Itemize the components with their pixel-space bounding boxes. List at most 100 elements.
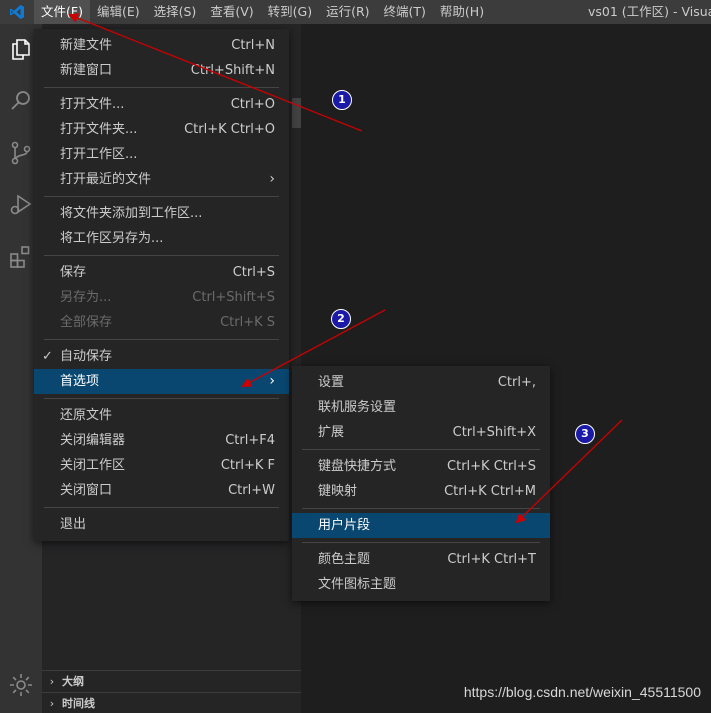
menu-file[interactable]: 文件(F) (34, 0, 90, 24)
menu-item-label: 首选项 (60, 374, 100, 389)
menu-terminal[interactable]: 终端(T) (377, 0, 433, 24)
menu-item-shortcut: Ctrl+K Ctrl+M (444, 484, 536, 499)
menu-item-shortcut: Ctrl+W (228, 483, 275, 498)
menu-item-save-all: 全部保存 Ctrl+K S (34, 310, 289, 335)
menu-item-label: 用户片段 (318, 518, 371, 533)
menu-item-shortcut: Ctrl+F4 (225, 433, 275, 448)
source-control-icon[interactable] (8, 140, 34, 166)
menu-item-label: 设置 (318, 375, 345, 390)
menu-item-shortcut: Ctrl+K Ctrl+S (447, 459, 536, 474)
timeline-section-header[interactable]: › 时间线 (42, 692, 301, 713)
menu-item-close-workspace[interactable]: 关闭工作区 Ctrl+K F (34, 453, 289, 478)
menu-item-open-file[interactable]: 打开文件... Ctrl+O (34, 92, 289, 117)
menu-item-save-as: 另存为... Ctrl+Shift+S (34, 285, 289, 310)
menu-item-online-services-settings[interactable]: 联机服务设置 (292, 395, 550, 420)
menu-item-user-snippets[interactable]: 用户片段 (292, 513, 550, 538)
menu-item-shortcut: Ctrl+Shift+S (192, 290, 275, 305)
menu-item-shortcut: Ctrl+, (497, 375, 536, 390)
menu-separator (44, 255, 279, 256)
menu-item-close-window[interactable]: 关闭窗口 Ctrl+W (34, 478, 289, 503)
menu-bar: 文件(F) 编辑(E) 选择(S) 查看(V) 转到(G) 运行(R) 终端(T… (34, 0, 491, 24)
menu-item-exit[interactable]: 退出 (34, 512, 289, 537)
menu-edit[interactable]: 编辑(E) (90, 0, 147, 24)
menu-item-shortcut: Ctrl+O (230, 97, 275, 112)
menu-run[interactable]: 运行(R) (319, 0, 376, 24)
menu-separator (302, 508, 540, 509)
menu-item-label: 联机服务设置 (318, 400, 397, 415)
vscode-window: 文件(F) 编辑(E) 选择(S) 查看(V) 转到(G) 运行(R) 终端(T… (0, 0, 711, 713)
menu-item-label: 还原文件 (60, 408, 113, 423)
outline-label: 大纲 (62, 675, 84, 688)
menu-item-label: 键映射 (318, 484, 358, 499)
menu-item-label: 另存为... (60, 290, 112, 305)
chevron-right-icon: › (49, 675, 55, 688)
menu-item-label: 打开最近的文件 (60, 172, 152, 187)
checkmark-icon: ✓ (42, 349, 53, 364)
explorer-icon[interactable] (8, 36, 34, 62)
menu-item-label: 将工作区另存为... (60, 231, 164, 246)
menu-item-extensions[interactable]: 扩展 Ctrl+Shift+X (292, 420, 550, 445)
menu-item-label: 打开文件... (60, 97, 125, 112)
outline-section-header[interactable]: › 大纲 (42, 670, 301, 693)
menu-item-open-workspace[interactable]: 打开工作区... (34, 142, 289, 167)
extensions-icon[interactable] (8, 244, 34, 270)
preferences-submenu: 设置 Ctrl+, 联机服务设置 扩展 Ctrl+Shift+X 键盘快捷方式 … (292, 366, 550, 601)
file-menu: 新建文件 Ctrl+N 新建窗口 Ctrl+Shift+N 打开文件... Ct… (34, 29, 289, 541)
menu-item-label: 自动保存 (60, 349, 113, 364)
menu-item-color-theme[interactable]: 颜色主题 Ctrl+K Ctrl+T (292, 547, 550, 572)
menu-separator (44, 87, 279, 88)
menu-separator (44, 398, 279, 399)
chevron-right-icon: › (269, 373, 275, 389)
menu-item-shortcut: Ctrl+K S (220, 315, 275, 330)
manage-gear-icon[interactable] (8, 672, 34, 698)
menu-item-new-window[interactable]: 新建窗口 Ctrl+Shift+N (34, 58, 289, 83)
vscode-logo-icon (0, 0, 34, 24)
menu-item-revert-file[interactable]: 还原文件 (34, 403, 289, 428)
menu-separator (44, 196, 279, 197)
menu-item-save-workspace-as[interactable]: 将工作区另存为... (34, 226, 289, 251)
menu-item-label: 颜色主题 (318, 552, 371, 567)
menu-item-label: 扩展 (318, 425, 345, 440)
menu-item-label: 关闭编辑器 (60, 433, 126, 448)
menu-item-label: 退出 (60, 517, 87, 532)
menu-item-label: 新建文件 (60, 38, 113, 53)
menu-go[interactable]: 转到(G) (261, 0, 319, 24)
menu-item-shortcut: Ctrl+K Ctrl+T (447, 552, 536, 567)
menu-item-open-recent[interactable]: 打开最近的文件 › (34, 167, 289, 192)
menu-help[interactable]: 帮助(H) (433, 0, 491, 24)
menu-separator (302, 542, 540, 543)
menu-item-shortcut: Ctrl+K Ctrl+O (184, 122, 275, 137)
menu-item-label: 打开工作区... (60, 147, 138, 162)
menu-item-shortcut: Ctrl+Shift+N (190, 63, 275, 78)
menu-item-label: 键盘快捷方式 (318, 459, 397, 474)
chevron-right-icon: › (269, 171, 275, 187)
menu-item-open-folder[interactable]: 打开文件夹... Ctrl+K Ctrl+O (34, 117, 289, 142)
menu-item-label: 将文件夹添加到工作区... (60, 206, 203, 221)
menu-item-label: 打开文件夹... (60, 122, 138, 137)
window-title: vs01 (工作区) - Visual S (588, 4, 711, 19)
chevron-right-icon: › (49, 697, 55, 710)
menu-item-keyboard-shortcuts[interactable]: 键盘快捷方式 Ctrl+K Ctrl+S (292, 454, 550, 479)
menu-item-close-editor[interactable]: 关闭编辑器 Ctrl+F4 (34, 428, 289, 453)
menu-selection[interactable]: 选择(S) (147, 0, 204, 24)
menu-item-add-folder-to-workspace[interactable]: 将文件夹添加到工作区... (34, 201, 289, 226)
menu-item-auto-save[interactable]: ✓ 自动保存 (34, 344, 289, 369)
menu-item-new-file[interactable]: 新建文件 Ctrl+N (34, 33, 289, 58)
menu-separator (44, 339, 279, 340)
menu-item-keymaps[interactable]: 键映射 Ctrl+K Ctrl+M (292, 479, 550, 504)
menu-separator (44, 507, 279, 508)
menu-item-shortcut: Ctrl+K F (220, 458, 275, 473)
menu-item-save[interactable]: 保存 Ctrl+S (34, 260, 289, 285)
title-bar: 文件(F) 编辑(E) 选择(S) 查看(V) 转到(G) 运行(R) 终端(T… (0, 0, 711, 24)
menu-item-label: 全部保存 (60, 315, 113, 330)
run-debug-icon[interactable] (8, 192, 34, 218)
menu-item-settings[interactable]: 设置 Ctrl+, (292, 370, 550, 395)
menu-item-preferences[interactable]: 首选项 › (34, 369, 289, 394)
menu-item-shortcut: Ctrl+N (231, 38, 275, 53)
menu-item-shortcut: Ctrl+Shift+X (452, 425, 536, 440)
search-icon[interactable] (8, 88, 34, 114)
menu-view[interactable]: 查看(V) (203, 0, 260, 24)
menu-item-label: 新建窗口 (60, 63, 113, 78)
sidebar-scrollbar[interactable] (292, 98, 301, 128)
menu-item-file-icon-theme[interactable]: 文件图标主题 (292, 572, 550, 597)
